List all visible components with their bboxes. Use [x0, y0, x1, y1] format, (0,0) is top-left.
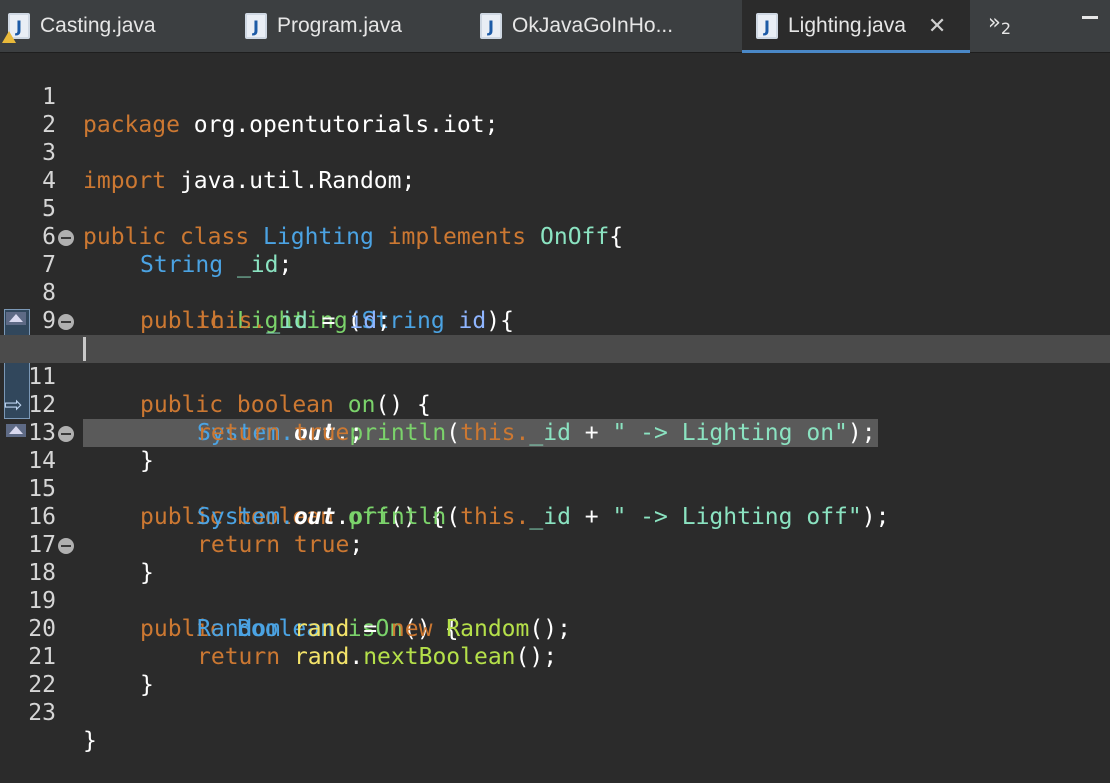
warning-icon	[2, 31, 16, 43]
code-line-13: 13 }	[0, 391, 1110, 474]
java-file-icon: J	[2, 13, 30, 43]
text-cursor	[83, 337, 86, 361]
code-editor[interactable]: ⇨ 1 package org.opentutorials.iot; 2 3 i…	[0, 53, 1110, 754]
overflow-chevron-icon: »	[988, 10, 1001, 34]
tab-overflow-button[interactable]: »2	[988, 10, 1011, 38]
tab-casting-java[interactable]: J Casting.java	[2, 0, 156, 52]
code-line-2: 2	[0, 83, 1110, 138]
code-line-17: 17 }	[0, 503, 1110, 586]
fold-collapse-icon[interactable]	[58, 426, 74, 442]
code-line-16: 16 return true;	[0, 475, 1110, 558]
eclipse-editor-window: J Casting.java J Program.java J OkJavaGo…	[0, 0, 1110, 754]
code-line-4: 4	[0, 139, 1110, 194]
code-line-15: 15 System.out.println(this._id + " -> Li…	[0, 447, 1110, 530]
tab-label: Program.java	[277, 14, 402, 37]
code-line-12: 12 return true;	[0, 363, 1110, 446]
fold-collapse-icon[interactable]	[58, 314, 74, 330]
tab-label: OkJavaGoInHo...	[512, 14, 674, 37]
code-line-14: 14 public boolean off() {	[0, 419, 1110, 530]
code-line-7: 7 public Lighting(String id){	[0, 223, 1110, 334]
code-line-5: 5 public class Lighting implements OnOff…	[0, 167, 1110, 250]
tab-okjavagoinhome-java[interactable]: J OkJavaGoInHo...	[480, 0, 673, 52]
java-file-icon: J	[480, 13, 502, 39]
tab-program-java[interactable]: J Program.java	[245, 0, 402, 52]
tab-label: Casting.java	[40, 14, 156, 37]
java-file-icon: J	[756, 13, 778, 39]
code-line-8: 8 this._id = id;	[0, 251, 1110, 334]
java-file-icon: J	[245, 13, 267, 39]
code-line-10: 10 public boolean on() {	[0, 307, 1110, 418]
fold-collapse-icon[interactable]	[58, 230, 74, 246]
code-line-3: 3 import java.util.Random;	[0, 111, 1110, 194]
code-line-6: 6 String _id;	[0, 195, 1110, 278]
code-line-23: 23 }	[0, 671, 1110, 754]
code-line-21: 21 }	[0, 615, 1110, 698]
code-line-18: 18 public Boolean isOn() {	[0, 531, 1110, 642]
code-line-11-highlighted: 11 System.out.println(this._id + " -> Li…	[0, 335, 1110, 447]
code-line-20: 20 return rand.nextBoolean();	[0, 587, 1110, 670]
tab-label: Lighting.java	[788, 14, 906, 37]
close-tab-icon[interactable]: ✕	[928, 13, 946, 39]
line-number: 23	[28, 700, 56, 726]
minimize-icon[interactable]	[1082, 16, 1098, 19]
tab-lighting-java[interactable]: J Lighting.java ✕	[742, 0, 970, 53]
code-line-1: 1 package org.opentutorials.iot;	[0, 55, 1110, 138]
code-line-22: 22	[0, 643, 1110, 698]
fold-collapse-icon[interactable]	[58, 538, 74, 554]
code-line-9: 9 }	[0, 279, 1110, 362]
code-line-19: 19 Random rand = new Random();	[0, 559, 1110, 642]
overflow-count: 2	[1000, 19, 1012, 39]
editor-tab-bar: J Casting.java J Program.java J OkJavaGo…	[0, 0, 1110, 53]
